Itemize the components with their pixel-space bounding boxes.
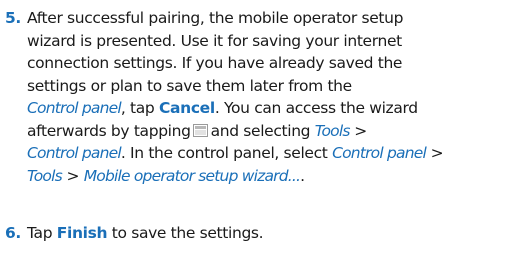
cancel-command: Cancel	[159, 99, 215, 117]
text-run: .	[300, 166, 305, 185]
text-run: >	[426, 144, 444, 162]
text-line: connection settings. If you have already…	[27, 52, 513, 75]
text-run: wizard is presented. Use it for saving y…	[27, 31, 402, 50]
text-run: , tap	[120, 99, 160, 117]
text-line: After successful pairing, the mobile ope…	[27, 7, 513, 30]
text-line: wizard is presented. Use it for saving y…	[27, 30, 513, 53]
step-text: After successful pairing, the mobile ope…	[27, 7, 513, 187]
text-run: connection settings. If you have already…	[27, 54, 403, 72]
step-number: 6.	[5, 224, 21, 242]
text-run: Tap	[27, 224, 57, 242]
control-panel-link[interactable]: Control panel	[332, 144, 427, 162]
text-line: Tools > Mobile operator setup wizard....	[27, 165, 513, 188]
text-line: settings or plan to save them later from…	[27, 75, 513, 98]
finish-command: Finish	[56, 224, 108, 242]
text-line: Control panel, tap Cancel. You can acces…	[27, 97, 513, 120]
text-line: afterwards by tapping and selecting Tools…	[27, 120, 513, 143]
text-run: to save the settings.	[107, 224, 264, 242]
control-panel-link[interactable]: Control panel	[27, 99, 122, 117]
text-line: Tap Finish to save the settings.	[27, 222, 513, 245]
step-number: 5.	[5, 9, 21, 27]
text-run: settings or plan to save them later from…	[27, 76, 352, 95]
text-run: >	[349, 121, 367, 140]
text-run: >	[61, 166, 84, 185]
text-run: . You can access the wizard	[214, 99, 418, 117]
control-panel-link[interactable]: Control panel	[27, 144, 122, 162]
menu-icon	[192, 121, 208, 137]
text-run: After successful pairing, the mobile ope…	[27, 9, 404, 27]
setup-wizard-link[interactable]: Mobile operator setup wizard...	[84, 167, 301, 185]
step-text: Tap Finish to save the settings.	[27, 222, 513, 245]
tools-link[interactable]: Tools	[27, 167, 63, 185]
text-run: and selecting	[210, 121, 315, 140]
tools-link[interactable]: Tools	[315, 122, 351, 140]
text-run: afterwards by tapping	[27, 121, 191, 140]
text-run: . In the control panel, select	[120, 144, 333, 162]
step-5: 5. After successful pairing, the mobile …	[0, 7, 517, 187]
step-6: 6. Tap Finish to save the settings.	[0, 222, 517, 245]
text-line: Control panel. In the control panel, sel…	[27, 142, 513, 165]
menu-icon-graphic	[192, 123, 208, 137]
